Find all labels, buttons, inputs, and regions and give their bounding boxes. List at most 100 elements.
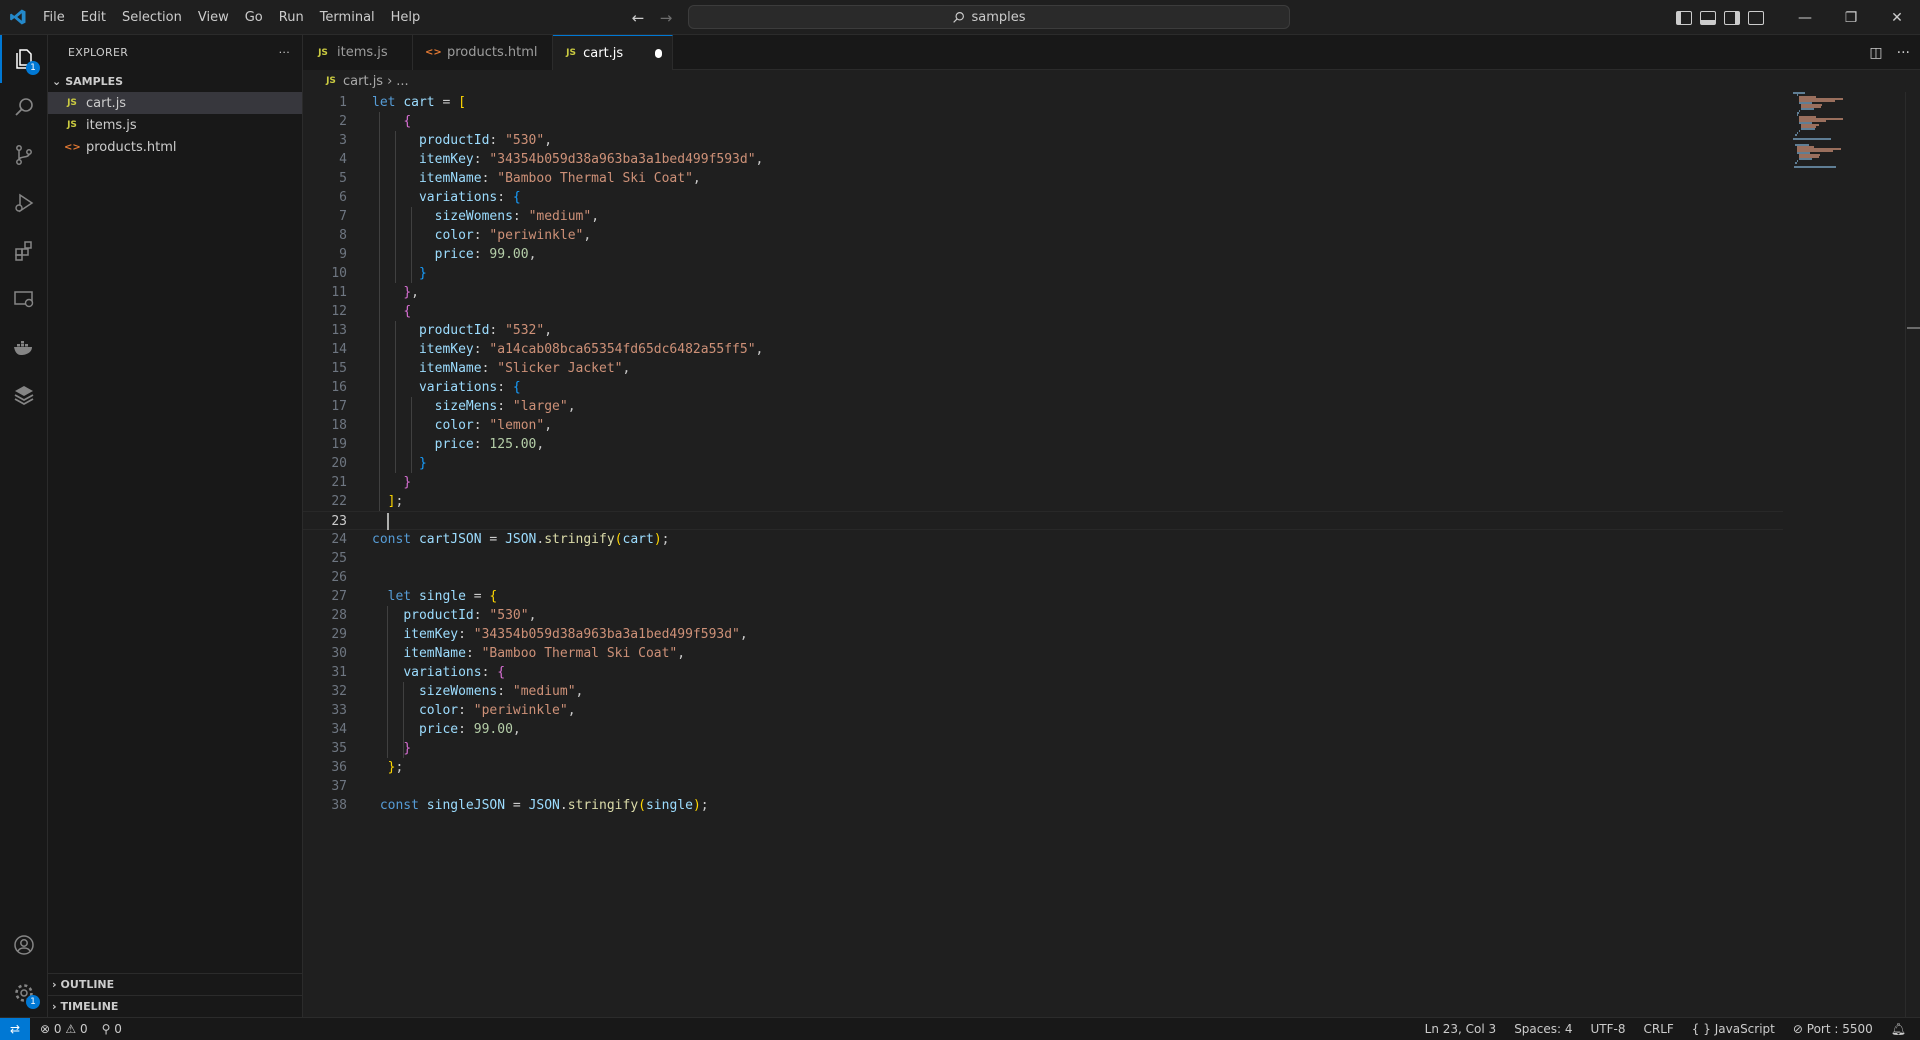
- search-activity[interactable]: [0, 83, 48, 131]
- code-line[interactable]: 3 productId: "530",: [303, 131, 1783, 150]
- minimize-button[interactable]: —: [1782, 0, 1828, 35]
- code-line[interactable]: 26: [303, 568, 1783, 587]
- code-line[interactable]: 5 itemName: "Bamboo Thermal Ski Coat",: [303, 169, 1783, 188]
- code-line[interactable]: 29 itemKey: "34354b059d38a963ba3a1bed499…: [303, 625, 1783, 644]
- remote-indicator-icon[interactable]: ⇄: [0, 1018, 30, 1040]
- code-line[interactable]: 7 sizeWomens: "medium",: [303, 207, 1783, 226]
- vertical-scrollbar[interactable]: [1905, 92, 1919, 1017]
- folder-samples[interactable]: ⌄ SAMPLES: [48, 70, 302, 92]
- code-line[interactable]: 14 itemKey: "a14cab08bca65354fd65dc6482a…: [303, 340, 1783, 359]
- code-line[interactable]: 22 ];: [303, 492, 1783, 511]
- source-control-activity[interactable]: [0, 131, 48, 179]
- code-line[interactable]: 37: [303, 777, 1783, 796]
- breadcrumb-file[interactable]: cart.js: [343, 74, 383, 89]
- code-line[interactable]: 36 };: [303, 758, 1783, 777]
- status-bar: ⇄ ⊗ 0 ⚠ 0 ⚲ 0 Ln 23, Col 3 Spaces: 4 UTF…: [0, 1017, 1920, 1040]
- menu-help[interactable]: Help: [383, 0, 429, 35]
- encoding[interactable]: UTF-8: [1591, 1022, 1626, 1036]
- extensions-activity[interactable]: [0, 227, 48, 275]
- file-items-js[interactable]: JS items.js: [48, 114, 302, 136]
- explorer-activity[interactable]: 1: [0, 35, 48, 83]
- docker-activity[interactable]: [0, 323, 48, 371]
- menu-file[interactable]: File: [35, 0, 73, 35]
- code-line[interactable]: 28 productId: "530",: [303, 606, 1783, 625]
- split-editor-icon[interactable]: ◫: [1869, 45, 1882, 61]
- accounts-activity[interactable]: [0, 921, 48, 969]
- code-line[interactable]: 15 itemName: "Slicker Jacket",: [303, 359, 1783, 378]
- breadcrumb-symbols[interactable]: ...: [396, 74, 408, 89]
- command-center-search[interactable]: samples: [688, 5, 1290, 29]
- forward-arrow-icon[interactable]: →: [656, 9, 676, 27]
- tab-items-js[interactable]: JS items.js: [303, 35, 413, 70]
- timeline-section[interactable]: › TIMELINE: [48, 995, 302, 1017]
- file-cart-js[interactable]: JS cart.js: [48, 92, 302, 114]
- javascript-file-icon: JS: [67, 120, 77, 130]
- notifications-bell-icon[interactable]: 🔔︎: [1891, 1022, 1906, 1036]
- run-debug-activity[interactable]: [0, 179, 48, 227]
- code-line[interactable]: 38 const singleJSON = JSON.stringify(sin…: [303, 796, 1783, 815]
- code-line[interactable]: 16 variations: {: [303, 378, 1783, 397]
- toggle-secondary-sidebar-icon[interactable]: [1724, 10, 1740, 25]
- code-line[interactable]: 11 },: [303, 283, 1783, 302]
- back-arrow-icon[interactable]: ←: [628, 9, 648, 27]
- indentation[interactable]: Spaces: 4: [1514, 1022, 1572, 1036]
- layers-activity[interactable]: [0, 371, 48, 419]
- outline-section[interactable]: › OUTLINE: [48, 973, 302, 995]
- menu-terminal[interactable]: Terminal: [312, 0, 383, 35]
- code-text: itemName: "Bamboo Thermal Ski Coat",: [418, 171, 701, 186]
- code-line[interactable]: 34 price: 99.00,: [303, 720, 1783, 739]
- code-line[interactable]: 19 price: 125.00,: [303, 435, 1783, 454]
- code-line[interactable]: 20 }: [303, 454, 1783, 473]
- code-line[interactable]: 9 price: 99.00,: [303, 245, 1783, 264]
- menu-edit[interactable]: Edit: [73, 0, 114, 35]
- code-line[interactable]: 31 variations: {: [303, 663, 1783, 682]
- code-line[interactable]: 27 let single = {: [303, 587, 1783, 606]
- language-mode[interactable]: { } JavaScript: [1692, 1022, 1775, 1036]
- ports-indicator[interactable]: ⚲ 0: [102, 1022, 122, 1036]
- code-line[interactable]: 18 color: "lemon",: [303, 416, 1783, 435]
- unsaved-dot-icon[interactable]: [655, 48, 662, 58]
- code-editor[interactable]: 1 let cart = [2 {3 productId: "530", 4 ite…: [303, 92, 1920, 1017]
- code-line[interactable]: 23: [303, 511, 1783, 530]
- live-server-port[interactable]: ⊘ Port : 5500: [1793, 1022, 1873, 1036]
- code-line[interactable]: 13 productId: "532",: [303, 321, 1783, 340]
- code-line[interactable]: 1 let cart = [: [303, 93, 1783, 112]
- cursor-position[interactable]: Ln 23, Col 3: [1425, 1022, 1497, 1036]
- more-actions-icon[interactable]: ···: [279, 46, 290, 59]
- code-line[interactable]: 24 const cartJSON = JSON.stringify(cart);: [303, 530, 1783, 549]
- code-line[interactable]: 17 sizeMens: "large",: [303, 397, 1783, 416]
- code-line[interactable]: 12 {: [303, 302, 1783, 321]
- code-line[interactable]: 32 sizeWomens: "medium",: [303, 682, 1783, 701]
- tab-cart-js[interactable]: JS cart.js: [553, 35, 673, 70]
- minimap[interactable]: [1793, 92, 1903, 172]
- code-line[interactable]: 33 color: "periwinkle",: [303, 701, 1783, 720]
- problems-indicator[interactable]: ⊗ 0 ⚠ 0: [40, 1022, 88, 1036]
- manage-activity[interactable]: 1: [0, 969, 48, 1017]
- code-text: }: [403, 741, 412, 756]
- code-line[interactable]: 6 variations: {: [303, 188, 1783, 207]
- file-products-html[interactable]: <> products.html: [48, 136, 302, 158]
- code-line[interactable]: 10 }: [303, 264, 1783, 283]
- code-line[interactable]: 21 }: [303, 473, 1783, 492]
- code-line[interactable]: 25: [303, 549, 1783, 568]
- menu-selection[interactable]: Selection: [114, 0, 190, 35]
- close-window-button[interactable]: ✕: [1874, 0, 1920, 35]
- toggle-panel-icon[interactable]: [1700, 10, 1716, 25]
- tab-products-html[interactable]: <> products.html: [413, 35, 553, 70]
- restore-button[interactable]: ❐: [1828, 0, 1874, 35]
- more-actions-icon[interactable]: ···: [1897, 45, 1910, 61]
- menu-view[interactable]: View: [190, 0, 237, 35]
- code-line[interactable]: 2 {: [303, 112, 1783, 131]
- menu-go[interactable]: Go: [237, 0, 271, 35]
- toggle-primary-sidebar-icon[interactable]: [1676, 10, 1692, 25]
- breadcrumb-separator: ›: [387, 73, 393, 89]
- code-line[interactable]: 35 }: [303, 739, 1783, 758]
- remote-explorer-activity[interactable]: [0, 275, 48, 323]
- code-line[interactable]: 8 color: "periwinkle",: [303, 226, 1783, 245]
- menu-run[interactable]: Run: [271, 0, 312, 35]
- customize-layout-icon[interactable]: [1748, 10, 1764, 25]
- minimap-line: [1793, 138, 1831, 140]
- code-line[interactable]: 30 itemName: "Bamboo Thermal Ski Coat",: [303, 644, 1783, 663]
- line-endings[interactable]: CRLF: [1643, 1022, 1673, 1036]
- code-line[interactable]: 4 itemKey: "34354b059d38a963ba3a1bed499f…: [303, 150, 1783, 169]
